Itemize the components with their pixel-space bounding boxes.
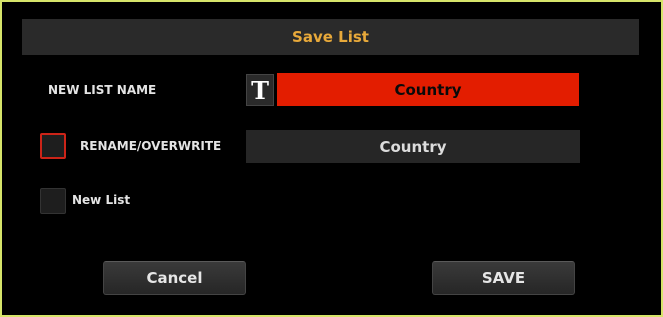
- cancel-button-label: Cancel: [146, 269, 203, 287]
- dialog-title-bar: Save List: [22, 19, 639, 55]
- text-edit-icon[interactable]: T: [246, 74, 274, 106]
- save-button[interactable]: SAVE: [432, 261, 575, 295]
- rename-overwrite-checkbox[interactable]: [40, 133, 66, 159]
- list-name-field[interactable]: Country: [277, 73, 579, 106]
- existing-list-value: Country: [379, 137, 447, 156]
- existing-list-field[interactable]: Country: [246, 130, 580, 163]
- list-name-value: Country: [394, 80, 462, 99]
- save-button-label: SAVE: [481, 269, 526, 287]
- save-list-dialog: Save List NEW LIST NAME T Country RENAME…: [0, 0, 663, 317]
- new-list-label: New List: [72, 193, 131, 207]
- new-list-name-label: NEW LIST NAME: [48, 83, 157, 97]
- dialog-title: Save List: [292, 28, 369, 46]
- rename-overwrite-label: RENAME/OVERWRITE: [80, 139, 222, 153]
- new-list-checkbox[interactable]: [40, 188, 66, 214]
- cancel-button[interactable]: Cancel: [103, 261, 246, 295]
